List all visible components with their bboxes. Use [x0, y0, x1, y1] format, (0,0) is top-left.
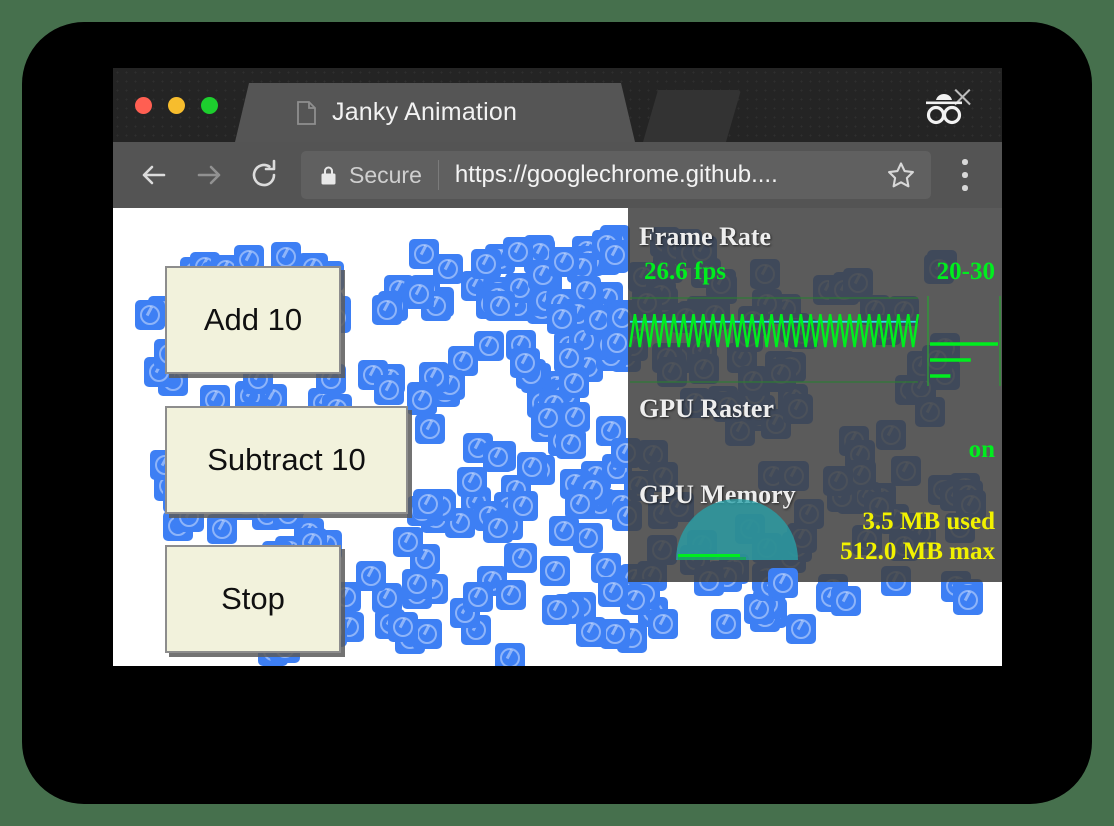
stop-button[interactable]: Stop	[165, 545, 341, 653]
window-minimize-button[interactable]	[168, 97, 185, 114]
gpu-memory-dome	[676, 499, 798, 560]
forward-arrow-icon[interactable]	[192, 158, 226, 192]
tab-title: Janky Animation	[332, 98, 517, 127]
browser-toolbar: Secure https://googlechrome.github....	[113, 142, 1002, 208]
tab-inactive[interactable]	[643, 90, 741, 142]
tab-janky-animation[interactable]: Janky Animation	[235, 83, 635, 142]
lock-icon	[321, 166, 336, 185]
gpu-memory-used: 3.5 MB used	[862, 508, 995, 536]
frame-rate-value: 26.6 fps	[644, 258, 726, 286]
gpu-memory-bar-ghost	[678, 557, 746, 560]
gpu-memory-bar	[678, 554, 740, 558]
tab-strip: Janky Animation	[113, 68, 1002, 142]
incognito-icon	[916, 88, 972, 128]
subtract-10-button[interactable]: Subtract 10	[165, 406, 408, 514]
gpu-memory-max: 512.0 MB max	[840, 538, 995, 566]
window-close-button[interactable]	[135, 97, 152, 114]
add-10-button[interactable]: Add 10	[165, 266, 341, 374]
frame-rate-label: Frame Rate	[639, 222, 771, 252]
security-label: Secure	[349, 162, 422, 189]
gpu-raster-state: on	[969, 436, 995, 464]
reload-icon[interactable]	[247, 158, 281, 192]
gpu-raster-label: GPU Raster	[639, 394, 774, 424]
page-viewport: Add 10 Subtract 10 Stop Frame Rate 26.6 …	[113, 208, 1002, 666]
window-maximize-button[interactable]	[201, 97, 218, 114]
frame-rate-range: 20-30	[937, 258, 995, 286]
url-text[interactable]: https://googlechrome.github....	[455, 161, 778, 189]
chrome-logo-sprite	[768, 568, 798, 598]
browser-window: Janky Animation	[113, 68, 1002, 666]
three-dot-menu-icon[interactable]	[950, 159, 980, 191]
window-controls	[135, 97, 218, 114]
star-icon[interactable]	[887, 161, 915, 189]
frame-rate-graph	[628, 296, 1002, 386]
gpu-memory-gauge	[676, 498, 798, 560]
omnibox-divider	[438, 160, 439, 190]
back-arrow-icon[interactable]	[137, 158, 171, 192]
fps-meter-overlay: Frame Rate 26.6 fps 20-30 GPU Raster on …	[628, 208, 1002, 582]
document-icon	[297, 101, 316, 125]
omnibox[interactable]: Secure https://googlechrome.github....	[301, 151, 931, 199]
